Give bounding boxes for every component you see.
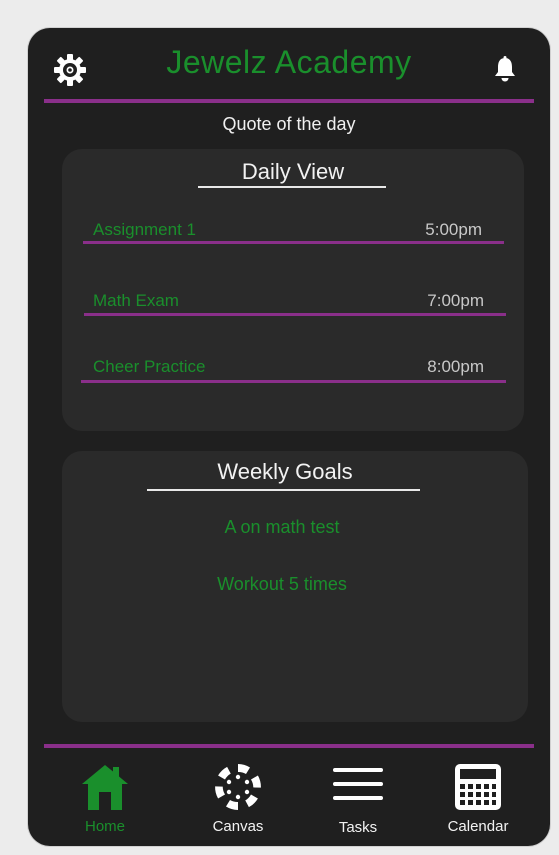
daily-view-card: Daily View Assignment 1 5:00pm Math Exam… — [62, 149, 524, 431]
home-icon — [82, 765, 128, 810]
weekly-goals-title-underline — [147, 489, 420, 491]
nav-label-calendar: Calendar — [447, 818, 509, 835]
daily-view-title-underline — [198, 186, 386, 188]
menu-icon — [333, 768, 383, 800]
goal-item[interactable]: Workout 5 times — [62, 574, 502, 595]
nav-label-home: Home — [84, 818, 125, 835]
app-screen: Jewelz Academy Quote of the day Daily Vi… — [28, 28, 550, 846]
event-time: 7:00pm — [427, 291, 484, 310]
nav-item-canvas[interactable]: Canvas — [188, 762, 288, 846]
event-name: Math Exam — [93, 291, 179, 310]
app-title: Jewelz Academy — [166, 44, 412, 80]
nav-item-calendar[interactable]: Calendar — [428, 762, 528, 846]
nav-label-tasks: Tasks — [338, 819, 378, 836]
weekly-goals-title: Weekly Goals — [217, 459, 353, 484]
event-name: Assignment 1 — [93, 220, 196, 239]
calendar-icon — [455, 764, 501, 810]
daily-view-title: Daily View — [241, 159, 345, 184]
quote-of-the-day[interactable]: Quote of the day — [28, 114, 550, 135]
event-divider — [83, 241, 504, 244]
event-divider — [84, 313, 506, 316]
nav-label-canvas: Canvas — [212, 818, 264, 835]
canvas-icon — [215, 764, 261, 810]
event-name: Cheer Practice — [93, 357, 206, 376]
goal-item[interactable]: A on math test — [62, 517, 502, 538]
nav-item-tasks[interactable]: Tasks — [308, 762, 408, 846]
bell-icon[interactable] — [490, 54, 520, 84]
nav-item-home[interactable]: Home — [55, 762, 155, 846]
event-time: 8:00pm — [427, 357, 484, 376]
event-time: 5:00pm — [425, 220, 482, 239]
header-divider — [44, 99, 534, 103]
event-divider — [81, 380, 506, 383]
weekly-goals-card: Weekly Goals A on math test Workout 5 ti… — [62, 451, 528, 722]
nav-divider — [44, 744, 534, 748]
